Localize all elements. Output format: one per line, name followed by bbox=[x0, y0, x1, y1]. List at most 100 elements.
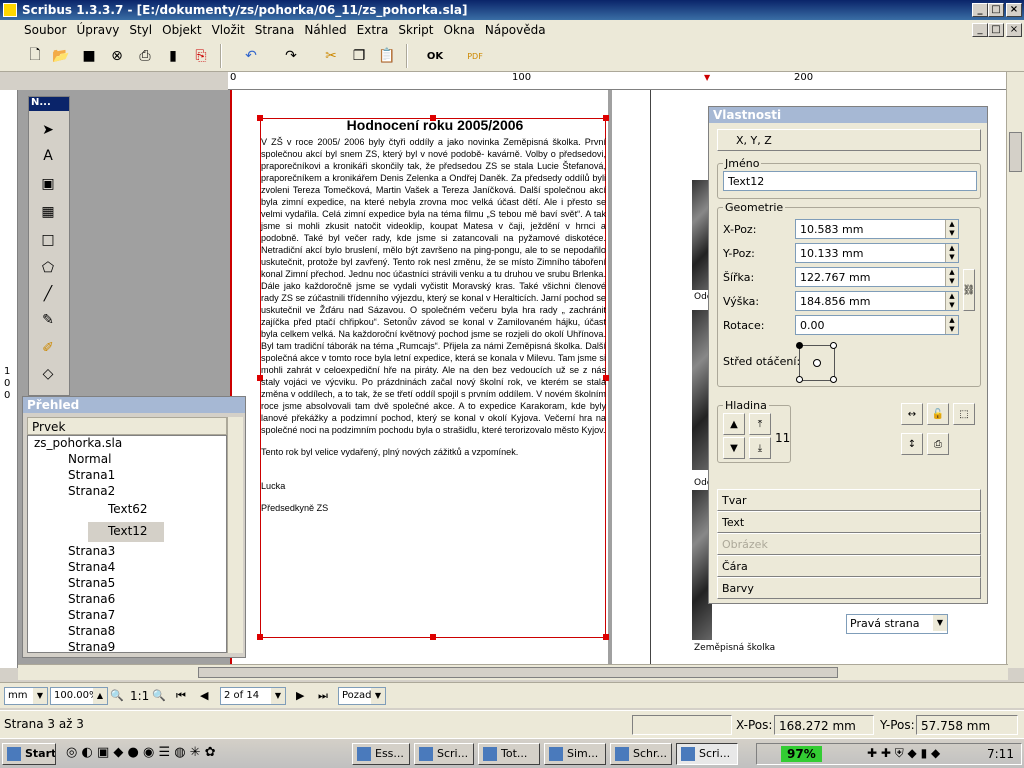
tree-item-strana7[interactable]: Strana7 bbox=[68, 608, 115, 622]
minimize-button[interactable]: _ bbox=[972, 3, 988, 17]
battery-indicator[interactable]: 97% bbox=[781, 746, 822, 762]
section-text[interactable]: Text bbox=[717, 511, 981, 533]
first-page-icon[interactable]: ⏮ bbox=[176, 689, 186, 703]
pdf-export-icon[interactable]: PDF bbox=[464, 45, 486, 67]
page-select[interactable]: 2 of 14 ▼ bbox=[220, 687, 286, 705]
size-lock-icon[interactable]: ⬚ bbox=[953, 403, 975, 425]
pdf-icon[interactable]: ⎘ bbox=[190, 45, 212, 67]
zoom-input[interactable]: 100.00% ▲ bbox=[50, 687, 108, 705]
next-page-icon[interactable]: ▶ bbox=[296, 689, 304, 702]
section-cara[interactable]: Čára bbox=[717, 555, 981, 577]
quicklaunch-icon[interactable]: ◎ ◐ ▣ ◆ ● ◉ ☰ ◍ ✳ ✿ bbox=[66, 745, 216, 760]
section-xyz[interactable]: X, Y, Z bbox=[717, 129, 981, 151]
layer-select[interactable]: Pozadí ▼ bbox=[338, 687, 386, 705]
menu-nahled[interactable]: Náhled bbox=[299, 23, 351, 37]
overview-scrollbar[interactable] bbox=[227, 417, 243, 653]
column-header[interactable]: Prvek bbox=[27, 417, 227, 435]
tree-item-document[interactable]: zs_pohorka.sla bbox=[34, 436, 122, 450]
width-field[interactable]: 122.767 mm ▲ ▼ bbox=[795, 267, 959, 287]
polygon-tool-icon[interactable]: ⬠ bbox=[37, 257, 59, 279]
doc-close-button[interactable]: × bbox=[1006, 23, 1022, 37]
image-frame-tool-icon[interactable]: ▣ bbox=[37, 173, 59, 195]
copy-icon[interactable]: ❐ bbox=[348, 45, 370, 67]
tree-item-strana5[interactable]: Strana5 bbox=[68, 576, 115, 590]
redo-icon[interactable]: ↷ bbox=[280, 45, 302, 67]
zoom-out-icon[interactable]: 🔍 bbox=[110, 689, 124, 702]
bezier-tool-icon[interactable]: ✎ bbox=[37, 309, 59, 331]
tree-item-strana6[interactable]: Strana6 bbox=[68, 592, 115, 606]
print-icon[interactable]: ⎙ bbox=[134, 45, 156, 67]
tree-item-text62[interactable]: Text62 bbox=[108, 502, 148, 516]
vertical-scrollbar[interactable] bbox=[1006, 72, 1024, 668]
tray-icon[interactable]: ✚ ✚ ⛨ ◆ ▮ ◆ bbox=[867, 746, 940, 761]
cut-icon[interactable]: ✂ bbox=[320, 45, 342, 67]
rotate-tool-icon[interactable]: ◇ bbox=[37, 363, 59, 385]
pivot-point[interactable] bbox=[813, 359, 821, 367]
save-icon[interactable]: ■ bbox=[78, 45, 100, 67]
task-button[interactable]: Tot... bbox=[478, 743, 540, 765]
lower-bottom-icon[interactable]: ⤓ bbox=[749, 437, 771, 459]
pivot-point[interactable] bbox=[830, 342, 837, 349]
menu-okna[interactable]: Okna bbox=[439, 23, 480, 37]
freehand-tool-icon[interactable]: ✐ bbox=[37, 337, 59, 359]
tree-item-normal[interactable]: Normal bbox=[68, 452, 111, 466]
pivot-point[interactable] bbox=[796, 342, 803, 349]
name-field[interactable]: Text12 bbox=[723, 171, 977, 191]
table-tool-icon[interactable]: ▦ bbox=[37, 201, 59, 223]
flip-horizontal-icon[interactable]: ↔ bbox=[901, 403, 923, 425]
menu-napoveda[interactable]: Nápověda bbox=[480, 23, 551, 37]
unit-select[interactable]: mm ▼ bbox=[4, 687, 48, 705]
new-icon[interactable]: 🗋 bbox=[24, 45, 46, 67]
preflight-icon[interactable]: ▮ bbox=[162, 45, 184, 67]
maximize-button[interactable]: □ bbox=[988, 3, 1004, 17]
pivot-point[interactable] bbox=[796, 376, 803, 383]
menu-skript[interactable]: Skript bbox=[393, 23, 438, 37]
close-doc-icon[interactable]: ⊗ bbox=[106, 45, 128, 67]
text-frame-tool-icon[interactable]: A bbox=[37, 145, 59, 167]
last-page-icon[interactable]: ⏭ bbox=[318, 689, 328, 703]
close-button[interactable]: × bbox=[1006, 3, 1022, 17]
scroll-thumb[interactable] bbox=[1009, 132, 1022, 172]
resize-handle[interactable] bbox=[257, 115, 263, 121]
tree-item-strana9[interactable]: Strana9 bbox=[68, 640, 115, 652]
raise-icon[interactable]: ▲ bbox=[723, 413, 745, 435]
resize-handle[interactable] bbox=[257, 634, 263, 640]
menu-styl[interactable]: Styl bbox=[124, 23, 157, 37]
xpos-field[interactable]: 10.583 mm ▲ ▼ bbox=[795, 219, 959, 239]
task-button[interactable]: Scri... bbox=[414, 743, 474, 765]
task-button[interactable]: Ess... bbox=[352, 743, 410, 765]
section-barvy[interactable]: Barvy bbox=[717, 577, 981, 599]
horizontal-scrollbar[interactable] bbox=[18, 664, 1008, 680]
lower-icon[interactable]: ▼ bbox=[723, 437, 745, 459]
undo-icon[interactable]: ↶ bbox=[240, 45, 262, 67]
doc-minimize-button[interactable]: _ bbox=[972, 23, 988, 37]
zoom-ratio-button[interactable]: 1:1 bbox=[130, 689, 149, 703]
task-button-active[interactable]: Scri... bbox=[676, 743, 738, 765]
open-icon[interactable]: 📂 bbox=[50, 45, 72, 67]
task-button[interactable]: Sim... bbox=[544, 743, 606, 765]
zoom-in-icon[interactable]: 🔍 bbox=[152, 689, 166, 702]
select-tool-icon[interactable]: ➤ bbox=[37, 119, 59, 141]
tree-item-strana3[interactable]: Strana3 bbox=[68, 544, 115, 558]
pivot-point[interactable] bbox=[830, 376, 837, 383]
doc-restore-button[interactable]: □ bbox=[988, 23, 1004, 37]
resize-handle[interactable] bbox=[603, 634, 609, 640]
pivot-selector[interactable] bbox=[796, 342, 837, 383]
menu-vlozit[interactable]: Vložit bbox=[207, 23, 250, 37]
menu-extra[interactable]: Extra bbox=[352, 23, 394, 37]
paste-icon[interactable]: 📋 bbox=[376, 45, 398, 67]
rotation-field[interactable]: 0.00 ▲ ▼ bbox=[795, 315, 959, 335]
ypos-field[interactable]: 10.133 mm ▲ ▼ bbox=[795, 243, 959, 263]
menu-strana[interactable]: Strana bbox=[250, 23, 300, 37]
tree-item-strana8[interactable]: Strana8 bbox=[68, 624, 115, 638]
tree-item-text12[interactable]: Text12 bbox=[88, 522, 164, 542]
rectangle-tool-icon[interactable]: □ bbox=[37, 229, 59, 251]
page-type-select[interactable]: Pravá strana ▼ bbox=[846, 614, 948, 634]
section-obrazek[interactable]: Obrázek bbox=[717, 533, 981, 555]
height-field[interactable]: 184.856 mm ▲ ▼ bbox=[795, 291, 959, 311]
line-tool-icon[interactable]: ╱ bbox=[37, 283, 59, 305]
tree-item-strana4[interactable]: Strana4 bbox=[68, 560, 115, 574]
flip-vertical-icon[interactable]: ↕ bbox=[901, 433, 923, 455]
scroll-thumb[interactable] bbox=[198, 667, 838, 678]
menu-soubor[interactable]: Soubor bbox=[4, 23, 71, 37]
